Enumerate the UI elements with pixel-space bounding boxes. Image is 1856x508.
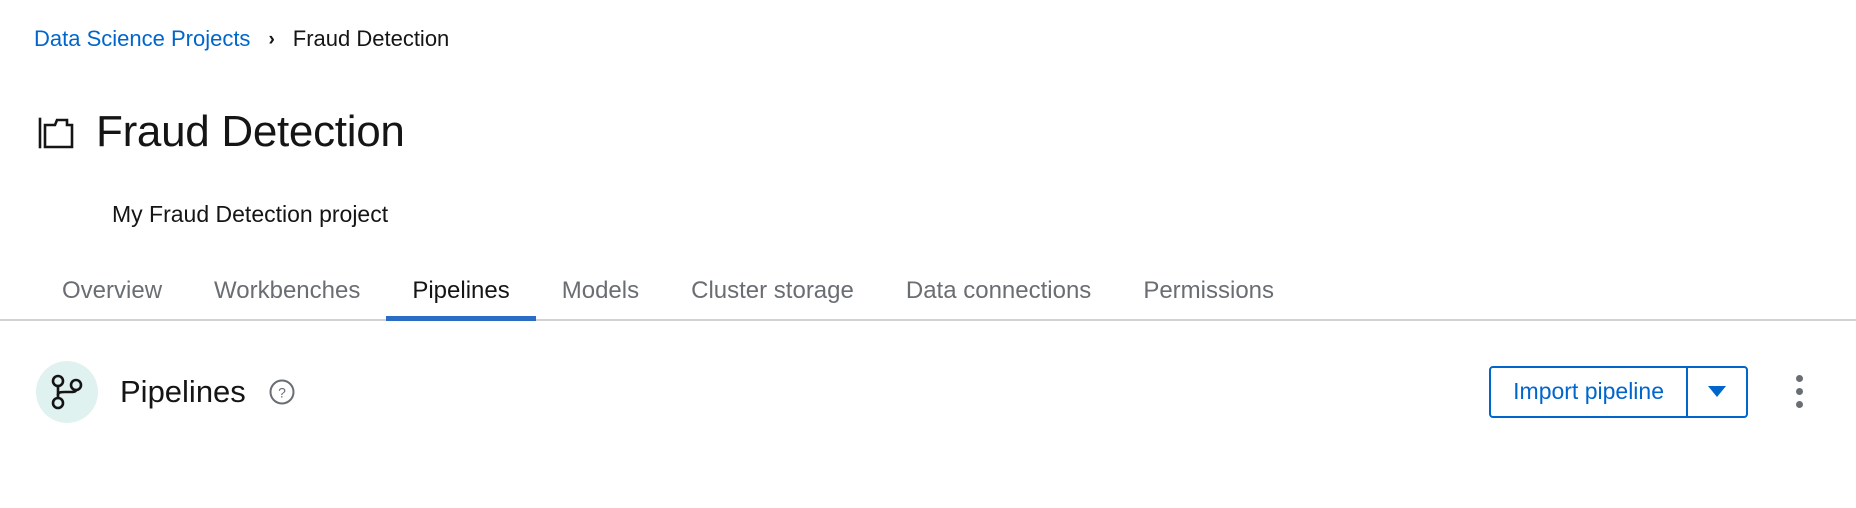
kebab-dot	[1795, 375, 1803, 383]
kebab-menu-icon[interactable]	[1782, 366, 1816, 418]
project-folder-icon	[36, 115, 76, 151]
pipelines-actions: Import pipeline	[1489, 365, 1816, 418]
svg-text:?: ?	[278, 384, 286, 400]
breadcrumb-current-fraud-detection: Fraud Detection	[292, 26, 450, 51]
tab-pipelines[interactable]: Pipelines	[386, 278, 537, 321]
page-subtitle: My Fraud Detection project	[112, 201, 389, 228]
page-title: Fraud Detection	[96, 107, 405, 157]
breadcrumb-link-data-science-projects[interactable]: Data Science Projects	[34, 28, 250, 50]
tab-cluster-storage[interactable]: Cluster storage	[665, 278, 880, 319]
kebab-dot	[1795, 388, 1803, 396]
kebab-dot	[1795, 401, 1803, 409]
tab-permissions[interactable]: Permissions	[1117, 278, 1300, 319]
tab-workbenches[interactable]: Workbenches	[188, 278, 386, 319]
help-circle-icon[interactable]: ?	[268, 378, 296, 406]
import-pipeline-dropdown-toggle[interactable]	[1686, 367, 1746, 416]
caret-down-icon	[1708, 386, 1726, 398]
import-pipeline-split-button: Import pipeline	[1489, 365, 1748, 418]
pipelines-section-title: Pipelines	[120, 374, 246, 410]
pipelines-title-group: Pipelines ?	[36, 351, 296, 433]
tab-models[interactable]: Models	[536, 278, 665, 319]
breadcrumb-separator-icon: ›	[268, 28, 275, 50]
tab-data-connections[interactable]: Data connections	[880, 278, 1117, 319]
import-pipeline-button[interactable]: Import pipeline	[1491, 368, 1686, 416]
page-title-row: Fraud Detection	[0, 50, 1856, 185]
pipelines-section-header: Pipelines ? Import pipeline	[0, 321, 1856, 433]
breadcrumb: Data Science Projects › Fraud Detection	[0, 0, 1856, 50]
pipeline-branch-icon	[36, 360, 98, 423]
tab-overview[interactable]: Overview	[36, 278, 188, 319]
project-tabs: Overview Workbenches Pipelines Models Cl…	[0, 265, 1856, 321]
